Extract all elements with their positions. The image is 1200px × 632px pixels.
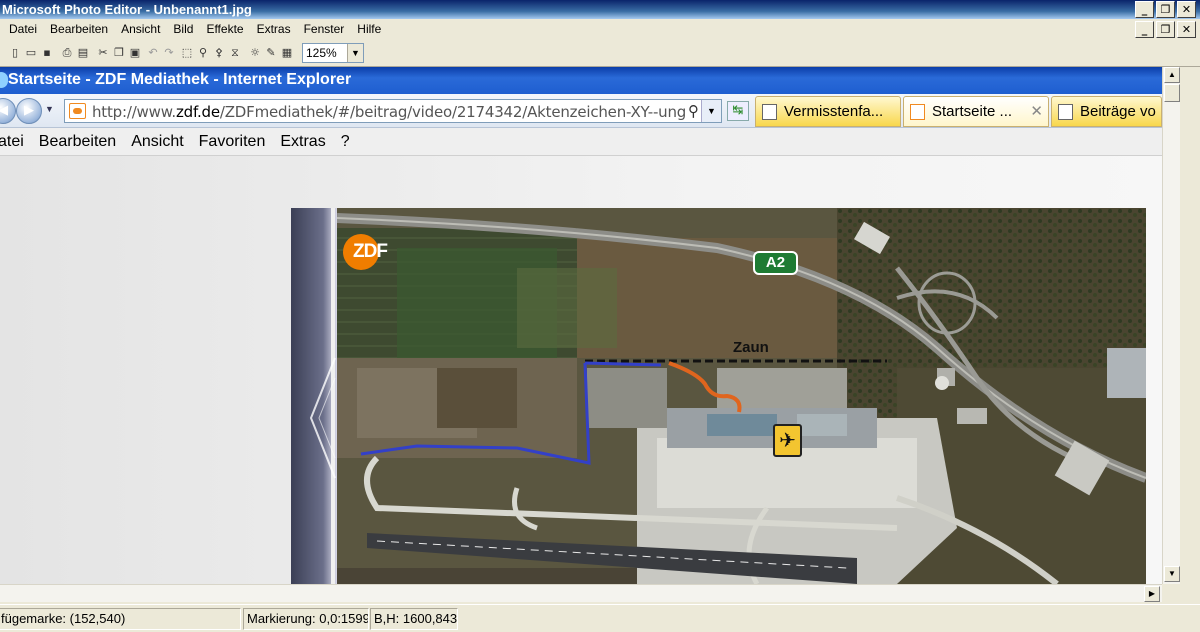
chevron-down-icon[interactable]: ▼ <box>347 44 363 62</box>
redo-icon[interactable]: ↷ <box>162 46 176 60</box>
browser-menu-item[interactable]: ? <box>341 133 350 151</box>
browser-menu-item[interactable]: Extras <box>280 133 325 151</box>
chevron-down-icon[interactable]: ▼ <box>701 100 721 122</box>
menu-item[interactable]: Bearbeiten <box>50 22 108 36</box>
page-content: ZDF A2 Zaun ✈ <box>0 156 1162 584</box>
zoom-value: 125% <box>306 46 337 60</box>
address-url[interactable]: http://www.zdf.de/ZDFmediathek/#/beitrag… <box>92 103 686 121</box>
pen-icon[interactable]: ✎ <box>264 46 278 60</box>
browser-title: Startseite - ZDF Mediathek - Internet Ex… <box>8 71 352 88</box>
search-icon[interactable]: ⚲ <box>688 102 699 120</box>
filter-icon[interactable]: ⧖ <box>228 46 242 60</box>
tab-label: Vermisstenfa... <box>784 103 884 120</box>
airplane-icon: ✈ <box>773 424 802 457</box>
paste-icon[interactable]: ▣ <box>128 46 142 60</box>
open-folder-icon[interactable]: ▭ <box>24 46 38 60</box>
video-frame-edge <box>291 208 337 584</box>
page-icon <box>762 104 777 120</box>
save-icon[interactable]: ▪ <box>40 46 54 60</box>
tab-label: Startseite ... <box>932 103 1013 120</box>
scroll-right-icon[interactable]: ▶ <box>1144 586 1160 602</box>
status-size: B,H: 1600,843 <box>370 608 458 630</box>
browser-menu-item[interactable]: Ansicht <box>131 133 183 151</box>
image-canvas: Startseite - ZDF Mediathek - Internet Ex… <box>0 67 1162 584</box>
browser-menu-item[interactable]: Favoriten <box>199 133 266 151</box>
stamp-icon[interactable]: ⚴ <box>212 46 226 60</box>
minimize-icon[interactable]: _ <box>1135 1 1154 18</box>
menu-item[interactable]: Fenster <box>304 22 345 36</box>
close-icon[interactable]: ✕ <box>1177 21 1196 38</box>
print-icon[interactable]: ⎙ <box>60 46 74 60</box>
close-icon[interactable]: ✕ <box>1177 1 1196 18</box>
status-selection: Markierung: 0,0:1599, <box>243 608 369 630</box>
zdf-logo-text: ZDF <box>353 241 388 262</box>
light-rays-graphic <box>309 357 336 479</box>
maximize-icon[interactable]: ❐ <box>1156 21 1175 38</box>
aerial-map: ZDF A2 Zaun ✈ <box>336 208 1146 584</box>
photo-editor-menu-bar: Datei Bearbeiten Ansicht Bild Effekte Extras F… <box>0 19 1200 41</box>
status-bar: fügemarke: (152,540) Markierung: 0,0:159… <box>0 604 1200 632</box>
forward-icon[interactable]: ▶ <box>16 98 42 124</box>
effects-icon[interactable]: ▦ <box>280 46 294 60</box>
browser-menu-bar: atei Bearbeiten Ansicht Favoriten Extras? <box>0 128 1162 156</box>
zdf-favicon-icon <box>69 103 86 119</box>
cut-icon[interactable]: ✂ <box>96 46 110 60</box>
new-file-icon[interactable]: ▯ <box>8 46 22 60</box>
menu-item[interactable]: Hilfe <box>357 22 381 36</box>
browser-menu-item[interactable]: atei <box>0 133 24 151</box>
browser-title-bar: Startseite - ZDF Mediathek - Internet Ex… <box>0 67 1162 94</box>
undo-icon[interactable]: ↶ <box>146 46 160 60</box>
menu-item[interactable]: Extras <box>257 22 291 36</box>
select-icon[interactable]: ⬚ <box>180 46 194 60</box>
photo-editor-toolbar: ▯ ▭ ▪ ⎙ ▤ ✂ ❐ ▣ ↶ ↷ ⬚ ⚲ ⚴ ⧖ ☼ ✎ ▦ <box>0 41 1200 67</box>
photo-editor-title-bar: Microsoft Photo Editor - Unbenannt1.jpg … <box>0 0 1200 19</box>
maximize-icon[interactable]: ❐ <box>1156 1 1175 18</box>
fence-label: Zaun <box>733 339 769 356</box>
history-dropdown-icon[interactable]: ▼ <box>45 104 54 114</box>
horizontal-scrollbar[interactable]: ▶ <box>0 584 1162 602</box>
browser-menu-item[interactable]: Bearbeiten <box>39 133 116 151</box>
zoom-icon[interactable]: ⚲ <box>196 46 210 60</box>
close-icon[interactable]: ✕ <box>1030 102 1043 120</box>
window-title: Microsoft Photo Editor - Unbenannt1.jpg <box>2 2 252 17</box>
document-window-controls: _ ❐ ✕ <box>1135 21 1196 38</box>
brightness-icon[interactable]: ☼ <box>248 46 262 60</box>
tab-vermisstenfall[interactable]: Vermisstenfa... <box>755 96 901 127</box>
status-insert-mark: fügemarke: (152,540) <box>0 608 241 630</box>
scroll-thumb[interactable] <box>1164 84 1180 102</box>
page-icon <box>1058 104 1073 120</box>
zoom-select[interactable]: 125% ▼ <box>302 43 364 63</box>
window-controls: _ ❐ ✕ <box>1135 1 1196 18</box>
address-bar[interactable]: http://www.zdf.de/ZDFmediathek/#/beitrag… <box>64 99 722 123</box>
scan-icon[interactable]: ▤ <box>76 46 90 60</box>
highway-sign: A2 <box>753 251 798 275</box>
menu-item[interactable]: Bild <box>173 22 193 36</box>
video-player[interactable]: ZDF A2 Zaun ✈ <box>291 208 1146 584</box>
tab-beitraege[interactable]: Beiträge vo <box>1051 96 1162 127</box>
minimize-icon[interactable]: _ <box>1135 21 1154 38</box>
browser-address-row: ◀ ▶ ▼ http://www.zdf.de/ZDFmediathek/#/b… <box>0 94 1162 128</box>
satellite-image <box>336 208 1146 584</box>
zdf-favicon-icon <box>910 104 925 120</box>
ie-logo-icon <box>0 72 8 88</box>
menu-item[interactable]: Ansicht <box>121 22 160 36</box>
tab-startseite[interactable]: Startseite ... ✕ <box>903 96 1049 127</box>
scroll-up-icon[interactable]: ▲ <box>1164 67 1180 83</box>
tab-label: Beiträge vo <box>1080 103 1156 120</box>
refresh-icon[interactable]: ↹ <box>727 101 749 121</box>
vertical-scrollbar[interactable]: ▲ ▼ <box>1162 67 1180 584</box>
scroll-down-icon[interactable]: ▼ <box>1164 566 1180 582</box>
back-icon[interactable]: ◀ <box>0 98 16 124</box>
copy-icon[interactable]: ❐ <box>112 46 126 60</box>
menu-item[interactable]: Datei <box>9 22 37 36</box>
menu-item[interactable]: Effekte <box>206 22 243 36</box>
